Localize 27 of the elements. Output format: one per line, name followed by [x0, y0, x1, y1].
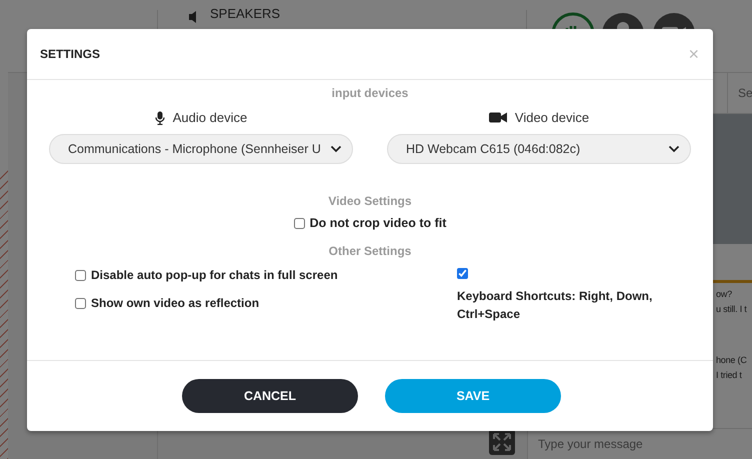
speakers-label: SPEAKERS: [210, 6, 280, 21]
section-heading: input devices: [330, 86, 410, 100]
checkbox[interactable]: [75, 270, 86, 280]
option-label: Disable auto pop-up for chats in full screen: [91, 268, 338, 282]
expand-icon[interactable]: [489, 429, 515, 455]
chat-message-text: u still. I t: [716, 303, 747, 316]
checkbox[interactable]: [457, 268, 468, 279]
option-label: Show own video as reflection: [91, 296, 260, 310]
device-select[interactable]: HD Webcam C615 (046d:082c): [387, 134, 691, 164]
chevron-down-icon: [668, 145, 680, 153]
device-label: Video device: [514, 110, 590, 125]
option-label: Keyboard Shortcuts: Right, Down, Ctrl+Space: [457, 288, 654, 323]
chat-message-text: I tried t: [716, 369, 742, 382]
section-heading: Video Settings: [327, 194, 413, 208]
chat-message-text: hone (C: [716, 354, 747, 367]
video-camera-icon: [488, 112, 507, 123]
checkbox[interactable]: [294, 218, 305, 228]
option-label: Do not crop video to fit: [310, 216, 446, 230]
microphone-icon: [154, 110, 165, 124]
section-heading: Other Settings: [328, 244, 412, 258]
device-select[interactable]: Communications - Microphone (Sennheiser U: [49, 134, 353, 164]
cancel-button[interactable]: CANCEL: [182, 379, 358, 413]
chevron-down-icon: [330, 145, 342, 153]
device-label: Audio device: [172, 110, 248, 125]
chat-message-text: ow?: [716, 288, 732, 301]
checkbox[interactable]: [75, 298, 86, 308]
dialog-title: SETTINGS: [40, 47, 100, 61]
